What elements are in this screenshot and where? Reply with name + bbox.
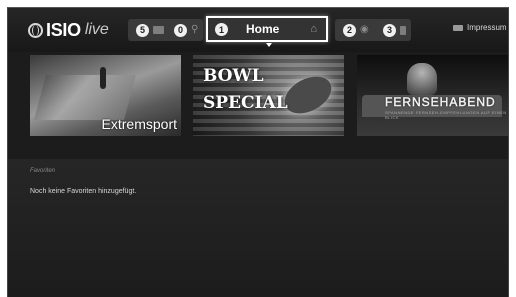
tile-caption: Extremsport (101, 116, 177, 132)
nav-item-recordings[interactable]: 5 (136, 19, 164, 41)
tile-caption-line2: SPECIAL (203, 93, 288, 113)
trash-icon (400, 25, 406, 35)
climbing-rock-image (33, 75, 137, 120)
nav-number-badge: 2 (343, 23, 356, 37)
folder-icon (153, 26, 164, 34)
top-navigation-bar: ISIO live 5 0 ⚲ 1 Home ⌂ 2 ◉ 3 Impressum (8, 8, 508, 52)
nav-item-web[interactable]: 2 ◉ (343, 19, 369, 41)
info-card-icon (453, 24, 463, 31)
globe-logo-icon (28, 22, 43, 38)
house-icon: ⌂ (310, 23, 317, 35)
tile-subcaption: SPANNENDE FERNSEH-EMPFEHLUNGEN AUF EINEN… (385, 110, 507, 120)
nav-item-trash[interactable]: 3 (383, 19, 406, 41)
tile-caption-line1: BOWL (203, 66, 264, 86)
nav-item-home[interactable]: 1 Home ⌂ (206, 16, 328, 42)
tile-bowl-special[interactable]: BOWL SPECIAL (193, 55, 344, 136)
logo-brand: ISIO (46, 19, 81, 40)
search-icon: ⚲ (191, 24, 199, 35)
globe-icon: ◉ (360, 24, 369, 35)
tv-viewer-image (407, 63, 437, 95)
impressum-label: Impressum (467, 23, 507, 32)
home-label: Home (246, 22, 280, 36)
climber-image (100, 67, 106, 89)
nav-number-badge: 3 (383, 23, 396, 37)
tile-extremsport[interactable]: Extremsport (30, 55, 181, 136)
tile-caption: FERNSEHABEND (385, 95, 496, 109)
app-frame: ISIO live 5 0 ⚲ 1 Home ⌂ 2 ◉ 3 Impressum… (7, 7, 509, 297)
nav-number-badge: 5 (136, 23, 149, 37)
active-indicator-arrow (266, 43, 272, 47)
logo-suffix: live (84, 21, 109, 38)
favorites-empty-message: Noch keine Favoriten hinzugefügt. (30, 188, 137, 195)
tile-fernsehabend[interactable]: FERNSEHABEND SPANNENDE FERNSEH-EMPFEHLUN… (357, 55, 508, 136)
favorites-heading: Favoriten (30, 168, 56, 174)
nav-number-badge: 1 (215, 23, 228, 36)
impressum-link[interactable]: Impressum (453, 23, 507, 32)
nav-group-right: 2 ◉ 3 (335, 19, 411, 41)
nav-group-left: 5 0 ⚲ (128, 19, 203, 41)
isio-live-logo: ISIO live (28, 20, 109, 40)
nav-number-badge: 0 (174, 23, 187, 37)
tile-caption: BOWL SPECIAL (203, 65, 288, 115)
nav-item-search[interactable]: 0 ⚲ (174, 19, 198, 41)
favorites-section (8, 159, 508, 297)
